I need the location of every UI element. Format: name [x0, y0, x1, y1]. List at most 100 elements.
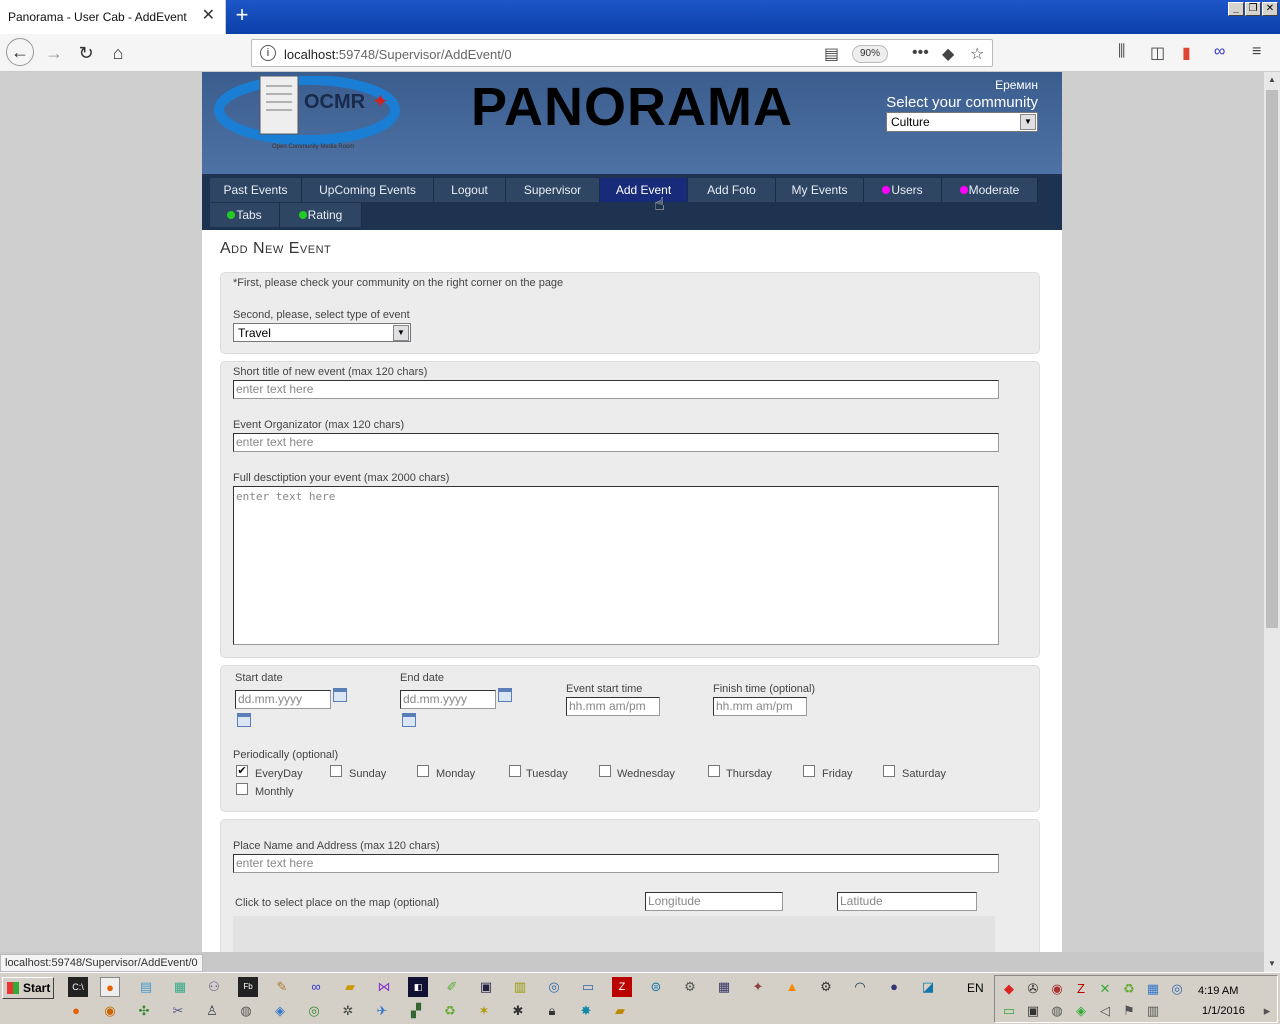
tray-icon[interactable]: Z — [1071, 979, 1091, 999]
headphones-icon[interactable]: ◠ — [850, 977, 870, 997]
fb-app-icon[interactable]: Fb — [238, 977, 258, 997]
calendar-icon[interactable] — [237, 713, 251, 727]
tray-icon[interactable]: ✕ — [1095, 979, 1115, 999]
menu-my-events[interactable]: My Events — [776, 178, 864, 202]
filezilla-icon[interactable]: Z — [612, 977, 632, 997]
finish-time-input[interactable]: hh.mm am/pm — [713, 697, 807, 716]
firefox-small-icon[interactable]: ● — [66, 1001, 86, 1021]
folder-icon[interactable]: ▰ — [340, 977, 360, 997]
save-icon[interactable]: ▣ — [476, 977, 496, 997]
tray-icon[interactable]: ◎ — [1167, 979, 1187, 999]
description-textarea[interactable]: enter text here — [233, 486, 999, 645]
map-area[interactable] — [233, 916, 995, 952]
close-tab-icon[interactable]: ✕ — [202, 8, 215, 24]
minimize-button[interactable]: _ — [1228, 2, 1244, 16]
extension-link-icon[interactable]: ∞ — [1214, 43, 1225, 61]
tuesday-checkbox[interactable] — [509, 765, 521, 777]
menu-add-foto[interactable]: Add Foto — [688, 178, 776, 202]
menu-logout[interactable]: Logout — [434, 178, 506, 202]
person-icon[interactable]: ♙ — [202, 1001, 222, 1021]
shield-icon[interactable]: ◈ — [1071, 1001, 1091, 1021]
explorer-icon[interactable]: ▦ — [170, 977, 190, 997]
globe-icon[interactable]: ◎ — [544, 977, 564, 997]
window-icon[interactable]: ▭ — [578, 977, 598, 997]
bookmark-star-icon[interactable]: ☆ — [970, 44, 984, 64]
chart-icon[interactable]: ◪ — [918, 977, 938, 997]
tools-icon[interactable]: ✎ — [272, 977, 292, 997]
wednesday-checkbox[interactable] — [599, 765, 611, 777]
visual-studio-icon[interactable]: ⋈ — [374, 977, 394, 997]
browser-tab-active[interactable]: Panorama - User Cab - AddEvent ✕ — [0, 0, 226, 34]
pocket-icon[interactable]: ◆ — [942, 44, 954, 64]
show-desktop-icon[interactable]: ▸ — [1257, 1001, 1277, 1021]
monday-checkbox[interactable] — [417, 765, 429, 777]
hamburger-menu-icon[interactable]: ≡ — [1252, 43, 1261, 61]
menu-upcoming-events[interactable]: UpComing Events — [302, 178, 434, 202]
menu-tabs[interactable]: Tabs — [210, 203, 280, 227]
menu-supervisor[interactable]: Supervisor — [506, 178, 600, 202]
flag-icon[interactable]: ⚑ — [1119, 1001, 1139, 1021]
menu-add-event[interactable]: Add Event — [600, 178, 688, 202]
settings-icon[interactable]: ⚙ — [816, 977, 836, 997]
thursday-checkbox[interactable] — [708, 765, 720, 777]
box-icon[interactable]: ◈ — [270, 1001, 290, 1021]
library-icon[interactable]: ⫼ — [1118, 43, 1125, 61]
eclipse-icon[interactable]: ● — [884, 977, 904, 997]
zoom-indicator[interactable]: 90% — [852, 45, 888, 63]
site-info-icon[interactable]: i — [260, 45, 276, 61]
dvd-icon[interactable]: ◍ — [236, 1001, 256, 1021]
friday-checkbox[interactable] — [803, 765, 815, 777]
scrollbar-thumb[interactable] — [1266, 90, 1278, 628]
folder2-icon[interactable]: ▰ — [610, 1001, 630, 1021]
extension-icon[interactable]: ▮ — [1182, 43, 1191, 63]
menu-rating[interactable]: Rating — [280, 203, 362, 227]
tray-icon[interactable]: ✇ — [1023, 979, 1043, 999]
scroll-down-icon[interactable]: ▼ — [1264, 956, 1280, 972]
sidebar-icon[interactable]: ◫ — [1150, 43, 1165, 63]
home-icon[interactable]: ⌂ — [104, 40, 132, 66]
notepad-icon[interactable]: ▤ — [136, 977, 156, 997]
tray-icon[interactable]: ◆ — [999, 979, 1019, 999]
clock-date[interactable]: 1/1/2016 — [1202, 1005, 1245, 1017]
link-icon[interactable]: ∞ — [306, 977, 326, 997]
close-window-button[interactable]: ✕ — [1262, 2, 1278, 16]
latitude-input[interactable]: Latitude — [837, 892, 977, 911]
calendar-icon[interactable] — [498, 688, 512, 702]
pen-icon[interactable]: ✐ — [442, 977, 462, 997]
doc-icon[interactable]: ▞ — [406, 1001, 426, 1021]
forward-arrow-icon[interactable]: → — [40, 40, 68, 66]
scroll-up-icon[interactable]: ▲ — [1264, 72, 1280, 88]
volume-icon[interactable]: ◁ — [1095, 1001, 1115, 1021]
language-indicator[interactable]: EN — [967, 981, 984, 995]
longitude-input[interactable]: Longitude — [645, 892, 783, 911]
tray-icon[interactable]: ▦ — [1143, 979, 1163, 999]
vlc-icon[interactable]: ▲ — [782, 977, 802, 997]
gear2-icon[interactable]: ✲ — [338, 1001, 358, 1021]
notes-icon[interactable]: ▥ — [510, 977, 530, 997]
app-icon[interactable]: ◧ — [408, 977, 428, 997]
chevron-down-icon[interactable]: ▼ — [393, 325, 409, 341]
tray-icon[interactable]: ♻ — [1119, 979, 1139, 999]
url-bar[interactable]: i localhost:59748/Supervisor/AddEvent/0 … — [251, 39, 993, 67]
event-type-select[interactable]: Travel ▼ — [233, 323, 411, 342]
back-arrow-icon[interactable]: ← — [6, 38, 34, 66]
reload-icon[interactable]: ↻ — [72, 40, 100, 66]
scissors-icon[interactable]: ✂ — [168, 1001, 188, 1021]
place-input[interactable]: enter text here — [233, 854, 999, 873]
community-select[interactable]: Culture ▼ — [886, 112, 1038, 132]
saturday-checkbox[interactable] — [883, 765, 895, 777]
monthly-checkbox[interactable] — [236, 783, 248, 795]
sync-icon[interactable]: ⊜ — [646, 977, 666, 997]
palette-icon[interactable]: ✱ — [508, 1001, 528, 1021]
restore-button[interactable]: ❐ — [1245, 2, 1261, 16]
title-input[interactable]: enter text here — [233, 380, 999, 399]
calendar-icon[interactable] — [333, 688, 347, 702]
sunday-checkbox[interactable] — [330, 765, 342, 777]
vertical-scrollbar[interactable]: ▲ ▼ — [1264, 72, 1280, 972]
network-tray-icon[interactable]: ▥ — [1143, 1001, 1163, 1021]
start-button[interactable]: Start — [2, 977, 54, 999]
menu-moderate[interactable]: Moderate — [942, 178, 1038, 202]
menu-past-events[interactable]: Past Events — [210, 178, 302, 202]
reader-view-icon[interactable]: ▤ — [824, 44, 839, 64]
start-time-input[interactable]: hh.mm am/pm — [566, 697, 660, 716]
